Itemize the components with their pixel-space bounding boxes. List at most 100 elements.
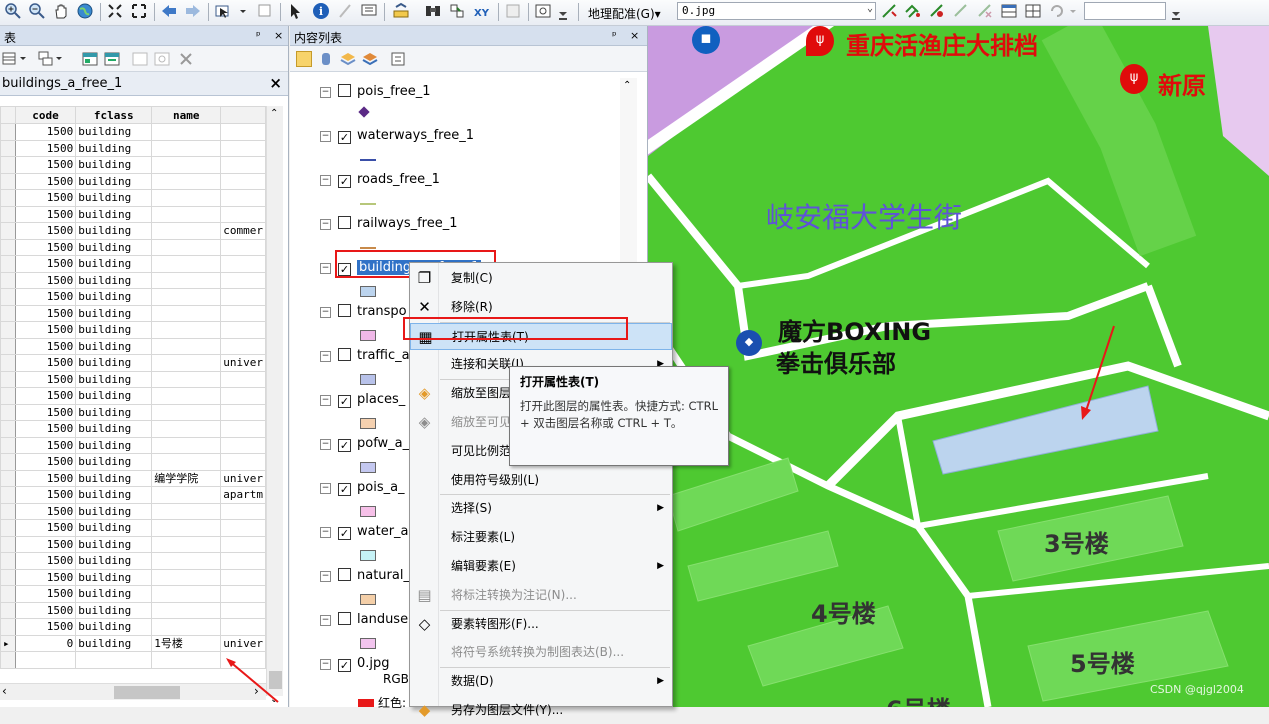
collapse-icon[interactable]: − bbox=[320, 571, 331, 582]
row-selector[interactable] bbox=[0, 304, 16, 322]
table-row[interactable]: 1500 building bbox=[0, 337, 266, 355]
cell-name[interactable] bbox=[151, 288, 222, 306]
layer-name[interactable]: natural_ bbox=[357, 568, 410, 583]
row-selector[interactable] bbox=[0, 535, 16, 553]
select-link-icon[interactable] bbox=[928, 2, 946, 20]
layer-symbol[interactable] bbox=[360, 638, 376, 649]
rotate-icon[interactable] bbox=[1048, 2, 1078, 20]
link-table-icon[interactable] bbox=[1024, 2, 1042, 20]
cell-fclass[interactable]: building bbox=[75, 205, 153, 223]
scroll-up-icon[interactable]: ⌃ bbox=[623, 80, 631, 91]
cell-type[interactable] bbox=[220, 453, 266, 471]
cell-fclass[interactable]: building bbox=[75, 354, 153, 372]
cell-type[interactable] bbox=[220, 189, 266, 207]
cell-type[interactable] bbox=[220, 337, 266, 355]
toc-layer-places-[interactable]: − ✓ places_ bbox=[320, 392, 405, 412]
menu-item-10[interactable]: 编辑要素(E) ▶ bbox=[410, 553, 672, 580]
cell-type[interactable] bbox=[220, 304, 266, 322]
layer-visibility-checkbox[interactable]: ✓ bbox=[338, 659, 351, 672]
switch-selection-icon[interactable] bbox=[104, 51, 120, 67]
layer-name[interactable]: 0.jpg bbox=[357, 656, 390, 671]
back-icon[interactable] bbox=[160, 2, 178, 20]
table-row[interactable]: 1500 building bbox=[0, 502, 266, 520]
cell-fclass[interactable]: building bbox=[75, 288, 153, 306]
row-selector[interactable] bbox=[0, 486, 16, 504]
cell-name[interactable] bbox=[151, 568, 222, 586]
viewer-window-icon[interactable] bbox=[534, 2, 552, 20]
table-row[interactable]: 1500 building bbox=[0, 238, 266, 256]
toolbar-overflow-icon[interactable] bbox=[556, 8, 570, 26]
row-selector[interactable] bbox=[0, 255, 16, 273]
fixed-zoom-in-icon[interactable] bbox=[106, 2, 124, 20]
row-selector[interactable] bbox=[0, 205, 16, 223]
cell-type[interactable]: univer bbox=[220, 354, 266, 372]
cell-fclass[interactable]: building bbox=[75, 469, 153, 487]
cell-name[interactable] bbox=[151, 519, 222, 537]
table-row[interactable]: 1500 building bbox=[0, 436, 266, 454]
layer-symbol[interactable] bbox=[360, 550, 376, 561]
row-selector[interactable] bbox=[0, 568, 16, 586]
cell-name[interactable] bbox=[151, 387, 222, 405]
cell-fclass[interactable]: building bbox=[75, 585, 153, 603]
list-by-source-icon[interactable] bbox=[318, 51, 334, 67]
column-header-type[interactable] bbox=[220, 106, 266, 124]
table-row[interactable]: 1500 building bbox=[0, 271, 266, 289]
layer-name[interactable]: landuse bbox=[357, 612, 408, 627]
column-header-code[interactable]: code bbox=[14, 106, 77, 124]
cell-name[interactable] bbox=[151, 222, 222, 240]
table-row[interactable]: 1500 building bbox=[0, 123, 266, 141]
cell-type[interactable] bbox=[220, 552, 266, 570]
cell-type[interactable]: univer bbox=[220, 469, 266, 487]
layer-name[interactable]: waterways_free_1 bbox=[357, 128, 474, 143]
cell-code[interactable]: 1500 bbox=[14, 288, 77, 306]
cell-name[interactable]: 1号楼 bbox=[151, 634, 222, 652]
auto-adjust-icon[interactable] bbox=[904, 2, 922, 20]
row-selector[interactable] bbox=[0, 585, 16, 603]
select-by-attributes-icon[interactable] bbox=[82, 51, 98, 67]
cell-fclass[interactable]: building bbox=[75, 634, 153, 652]
table-row[interactable]: 1500 building univer bbox=[0, 354, 266, 372]
table-row[interactable]: 1500 building bbox=[0, 519, 266, 537]
scroll-thumb[interactable] bbox=[114, 686, 180, 699]
layer-symbol[interactable] bbox=[360, 418, 376, 429]
collapse-icon[interactable]: − bbox=[320, 263, 331, 274]
cell-code[interactable]: 1500 bbox=[14, 469, 77, 487]
row-selector[interactable] bbox=[0, 453, 16, 471]
cell-name[interactable] bbox=[151, 255, 222, 273]
go-to-xy-icon[interactable]: XY bbox=[472, 2, 490, 20]
collapse-icon[interactable]: − bbox=[320, 615, 331, 626]
cell-type[interactable] bbox=[220, 238, 266, 256]
collapse-icon[interactable]: − bbox=[320, 659, 331, 670]
row-selector[interactable] bbox=[0, 238, 16, 256]
row-selector[interactable]: ▸ bbox=[0, 634, 16, 652]
related-tables-icon[interactable] bbox=[38, 51, 62, 67]
row-selector[interactable] bbox=[0, 552, 16, 570]
map-view[interactable]: ◼ ψ 重庆活渔庄大排档 ψ 新原 岐安福大学生街 ◆ 魔方BOXING 拳击俱… bbox=[648, 26, 1269, 707]
scroll-left-icon[interactable]: ‹ bbox=[2, 684, 7, 698]
menu-item-12[interactable]: ◇ 要素转图形(F)... bbox=[410, 611, 672, 638]
collapse-icon[interactable]: − bbox=[320, 219, 331, 230]
cell-name[interactable] bbox=[151, 601, 222, 619]
cell-code[interactable]: 1500 bbox=[14, 238, 77, 256]
cell-fclass[interactable]: building bbox=[75, 370, 153, 388]
list-by-drawing-order-icon[interactable] bbox=[296, 51, 312, 67]
cell-fclass[interactable]: building bbox=[75, 535, 153, 553]
cell-type[interactable] bbox=[220, 156, 266, 174]
row-selector[interactable] bbox=[0, 139, 16, 157]
globe-icon[interactable] bbox=[76, 2, 94, 20]
cell-fclass[interactable]: building bbox=[75, 271, 153, 289]
pan-icon[interactable] bbox=[52, 2, 70, 20]
menu-item-13[interactable]: 将符号系统转换为制图表达(B)... bbox=[410, 639, 672, 666]
table-row[interactable]: 1500 building bbox=[0, 618, 266, 636]
pin-icon[interactable]: ᵖ bbox=[612, 29, 617, 42]
toc-layer-waterways-free-1[interactable]: − ✓ waterways_free_1 bbox=[320, 128, 474, 148]
delete-link-icon[interactable] bbox=[976, 2, 994, 20]
zoom-to-link-icon[interactable] bbox=[952, 2, 970, 20]
zoom-in-icon[interactable] bbox=[4, 2, 22, 20]
layer-visibility-checkbox[interactable] bbox=[338, 348, 351, 361]
cell-code[interactable]: 1500 bbox=[14, 585, 77, 603]
cell-type[interactable] bbox=[220, 205, 266, 223]
toc-layer-traffic-a[interactable]: − traffic_a bbox=[320, 348, 410, 368]
add-control-points-icon[interactable] bbox=[880, 2, 898, 20]
cell-code[interactable]: 1500 bbox=[14, 255, 77, 273]
